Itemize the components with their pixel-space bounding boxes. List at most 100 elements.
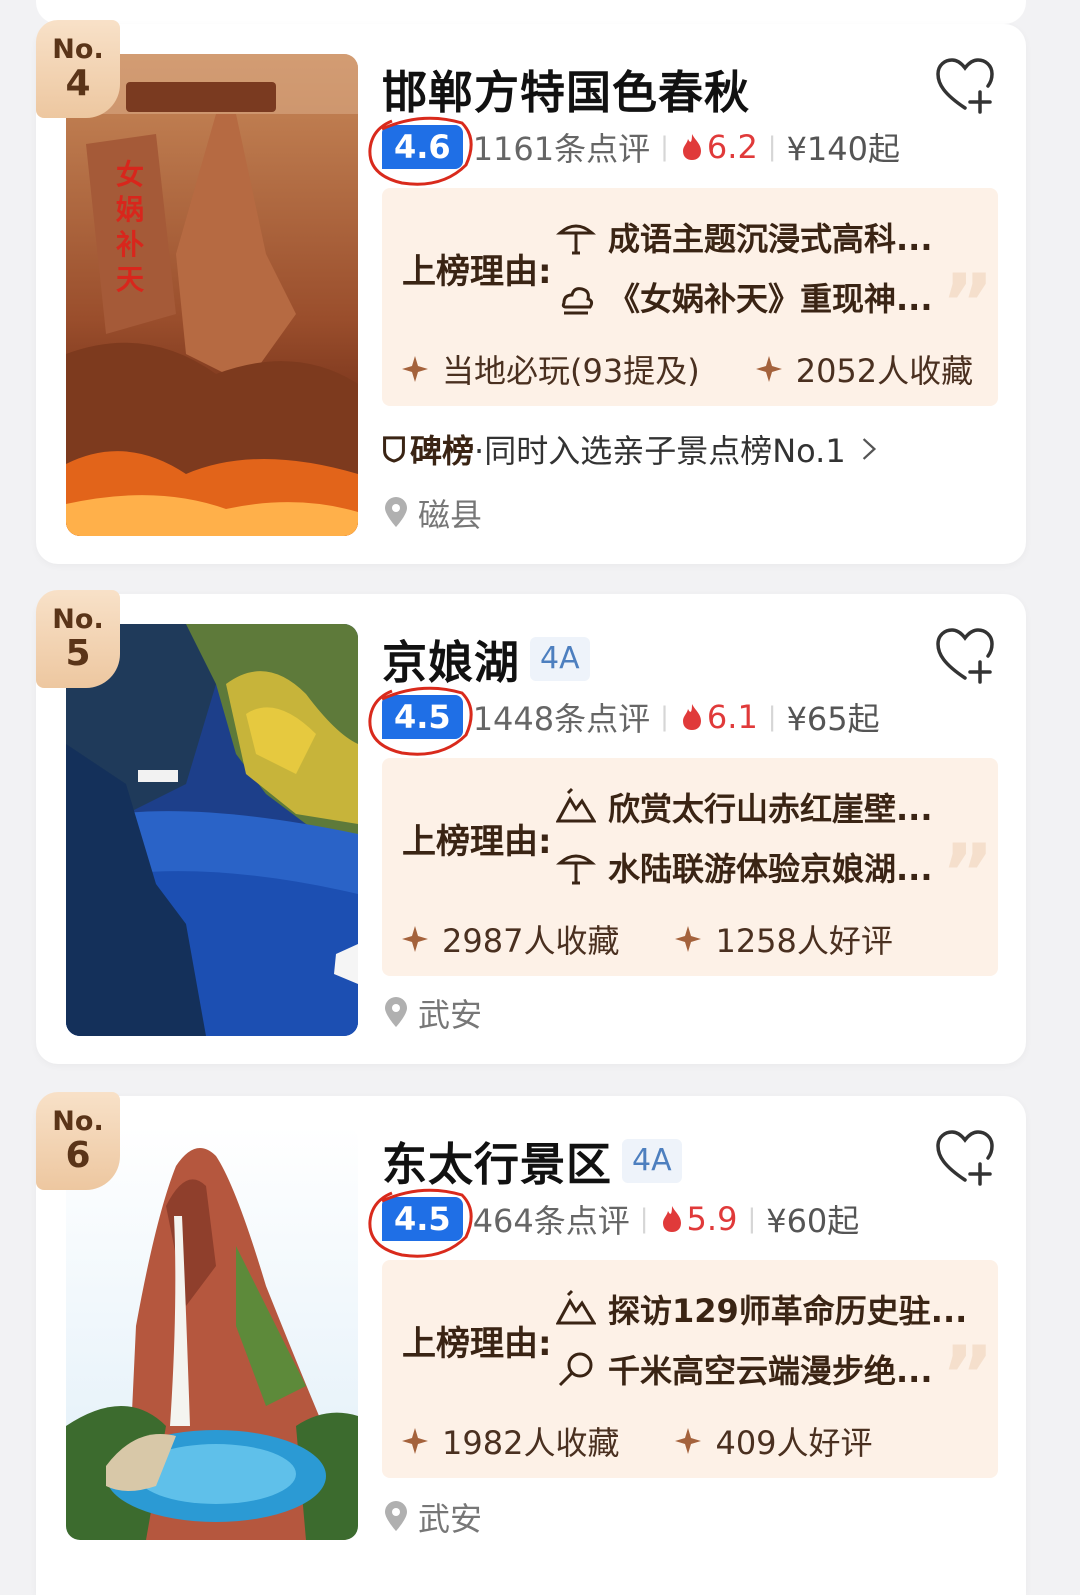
reason-item: 探访129师革命历史驻...: [556, 1286, 967, 1332]
review-count[interactable]: 1161条点评: [473, 124, 650, 170]
location: 武安: [382, 1494, 482, 1540]
mountain-icon: [556, 787, 596, 823]
chevron-right-icon: [862, 438, 876, 460]
attraction-card-5[interactable]: No. 5 京娘湖 4A 4.5 1448条点评 | 6.1 | ¥65起 上榜…: [36, 590, 1026, 1064]
divider: |: [639, 1204, 649, 1234]
location-pin-icon: [385, 1501, 407, 1531]
sparkle-icon: [675, 1428, 702, 1454]
favorite-add-button[interactable]: [934, 626, 996, 684]
rating-score: 4.5: [368, 1188, 473, 1258]
reason-label: 上榜理由:: [402, 252, 552, 292]
rank-badge: No. 6: [36, 1092, 120, 1190]
stat-item: 当地必玩(93提及): [402, 346, 700, 392]
heat-index: 6.1: [679, 698, 758, 736]
parasol-icon: [556, 224, 596, 255]
rank-badge: No. 5: [36, 590, 120, 688]
title-row: 京娘湖 4A: [382, 626, 590, 691]
price: ¥140起: [786, 130, 901, 168]
attraction-name[interactable]: 京娘湖: [382, 626, 520, 691]
rank-prefix: No.: [52, 604, 104, 635]
quote-mark: ”: [941, 1329, 994, 1422]
stat-item: 1982人收藏: [402, 1418, 619, 1464]
previous-card-edge: [36, 0, 1026, 24]
attraction-name[interactable]: 东太行景区: [382, 1128, 612, 1193]
rating-score: 4.6: [368, 116, 473, 186]
location-pin-icon: [385, 497, 407, 527]
attraction-card-6[interactable]: No. 6 东太行景区 4A 4.5 464条点评 | 5.9 | ¥60起 上…: [36, 1092, 1026, 1595]
sun-cloud-icon: [561, 287, 594, 315]
board-link[interactable]: 碑榜 ·同时入选亲子景点榜No.1: [382, 426, 878, 472]
stat-row: 2987人收藏 1258人好评: [402, 916, 893, 962]
review-count[interactable]: 1448条点评: [473, 694, 650, 740]
sparkle-icon: [402, 356, 428, 382]
rank-prefix: No.: [52, 1106, 104, 1137]
reason-item: 水陆联游体验京娘湖...: [556, 844, 932, 890]
attraction-photo[interactable]: 女 娲 补 天: [66, 54, 358, 536]
sparkle-icon: [402, 1428, 428, 1454]
rating-score: 4.5: [368, 686, 473, 756]
review-count[interactable]: 464条点评: [473, 1196, 630, 1242]
title-row: 邯郸方特国色春秋: [382, 56, 750, 121]
attraction-name[interactable]: 邯郸方特国色春秋: [382, 56, 750, 121]
board-text: ·同时入选亲子景点榜No.1: [474, 432, 846, 470]
svg-text:娲: 娲: [115, 193, 144, 226]
shield-icon: [383, 436, 405, 463]
favorite-add-button[interactable]: [934, 1128, 996, 1186]
title-row: 东太行景区 4A: [382, 1128, 682, 1193]
heat-index: 6.2: [679, 128, 758, 166]
flame-icon: [682, 704, 701, 730]
svg-text:女: 女: [116, 158, 144, 191]
ranking-reasons[interactable]: 上榜理由: 探访129师革命历史驻... 千米高空云端漫步绝... ” 1982…: [382, 1260, 998, 1478]
stat-row: 1982人收藏 409人好评: [402, 1418, 873, 1464]
sparkle-icon: [675, 926, 702, 952]
meta-row: 4.5 1448条点评 | 6.1 | ¥65起: [368, 686, 880, 756]
stat-item: 409人好评: [675, 1418, 873, 1464]
reason-item: 千米高空云端漫步绝...: [556, 1346, 932, 1392]
attraction-card-4[interactable]: No. 4 女 娲 补 天 邯郸方特国色春秋 4.6 1161条点评 | 6.2…: [36, 20, 1026, 564]
board-label: 碑榜: [410, 432, 475, 470]
parasol-icon: [556, 854, 596, 885]
svg-text:补: 补: [116, 228, 144, 261]
quote-mark: ”: [941, 257, 994, 350]
heat-index: 5.9: [659, 1200, 737, 1238]
ranking-reasons[interactable]: 上榜理由: 欣赏太行山赤红崖壁... 水陆联游体验京娘湖... ” 2987人收…: [382, 758, 998, 976]
rank-number: 5: [65, 633, 91, 674]
stat-item: 2052人收藏: [755, 346, 973, 392]
divider: |: [660, 132, 669, 162]
level-tag: 4A: [530, 636, 590, 681]
meta-row: 4.6 1161条点评 | 6.2 | ¥140起: [368, 116, 901, 186]
divider: |: [767, 702, 777, 732]
divider: |: [660, 702, 669, 732]
stat-item: 1258人好评: [675, 916, 893, 962]
heart-plus-icon: [936, 1130, 994, 1186]
sparkle-icon: [402, 926, 428, 952]
location-pin-icon: [385, 997, 407, 1027]
location: 磁县: [382, 490, 482, 536]
price: ¥65起: [786, 700, 880, 738]
divider: |: [767, 132, 777, 162]
stat-row: 当地必玩(93提及) 2052人收藏: [402, 346, 973, 392]
mountain-icon: [556, 1289, 596, 1325]
magnifier-icon: [558, 1352, 593, 1387]
reason-item: 《女娲补天》重现神...: [556, 274, 932, 320]
sparkle-icon: [755, 356, 782, 382]
rank-number: 6: [65, 1135, 91, 1176]
reason-label: 上榜理由:: [402, 1324, 552, 1364]
heart-plus-icon: [936, 58, 994, 114]
heart-plus-icon: [936, 628, 994, 684]
level-tag: 4A: [622, 1138, 682, 1183]
svg-text:天: 天: [116, 263, 144, 296]
divider: |: [747, 1204, 757, 1234]
ranking-reasons[interactable]: 上榜理由: 成语主题沉浸式高科... 《女娲补天》重现神... ” 当地必玩(9…: [382, 188, 998, 406]
price: ¥60起: [766, 1202, 860, 1240]
attraction-photo[interactable]: [66, 624, 358, 1036]
quote-mark: ”: [941, 827, 994, 920]
stat-item: 2987人收藏: [402, 916, 619, 962]
favorite-add-button[interactable]: [934, 56, 996, 114]
reason-item: 欣赏太行山赤红崖壁...: [556, 784, 932, 830]
attraction-photo[interactable]: [66, 1126, 358, 1540]
location: 武安: [382, 990, 482, 1036]
flame-icon: [682, 134, 701, 160]
reason-item: 成语主题沉浸式高科...: [556, 214, 932, 260]
reason-label: 上榜理由:: [402, 822, 552, 862]
